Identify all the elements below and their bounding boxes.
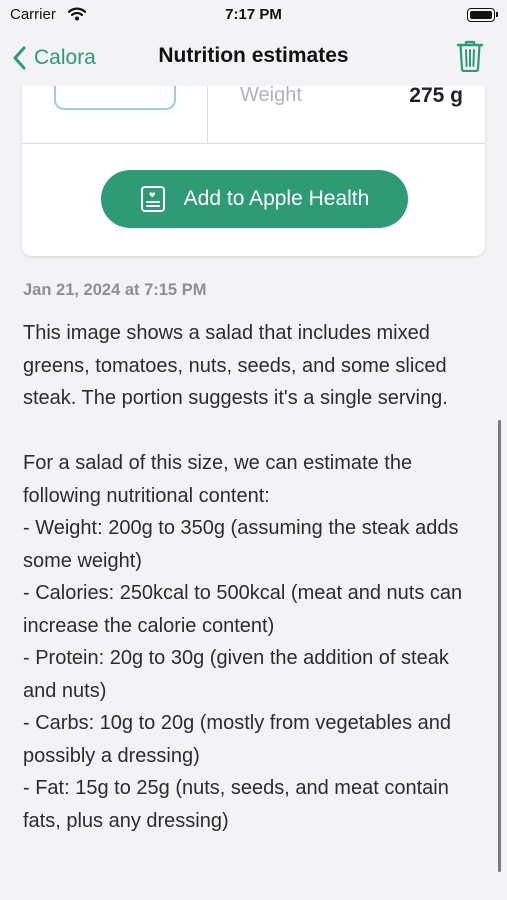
- estimate-item: - Calories: 250kcal to 500kcal (meat and…: [23, 582, 463, 637]
- scrollbar[interactable]: [498, 420, 501, 872]
- add-to-apple-health-label: Add to Apple Health: [183, 187, 370, 210]
- page-title: Nutrition estimates: [158, 44, 349, 67]
- nutrition-card: Weight 275 g Add to Apple Health: [22, 60, 485, 256]
- status-bar: Carrier 7:17 PM: [0, 0, 507, 30]
- entry-timestamp: Jan 21, 2024 at 7:15 PM: [23, 281, 207, 299]
- health-record-icon: [140, 186, 165, 212]
- estimate-item: - Protein: 20g to 30g (given the additio…: [23, 647, 449, 702]
- delete-button[interactable]: [456, 40, 484, 77]
- navigation-bar: Calora Nutrition estimates: [0, 30, 507, 86]
- clock: 7:17 PM: [225, 6, 282, 23]
- analysis-intro: This image shows a salad that includes m…: [23, 322, 448, 409]
- add-to-apple-health-button[interactable]: Add to Apple Health: [101, 170, 408, 228]
- nutrition-analysis-text: This image shows a salad that includes m…: [23, 317, 485, 837]
- weight-value: 275 g: [409, 84, 463, 107]
- battery-icon: [467, 8, 498, 22]
- estimate-item: - Weight: 200g to 350g (assuming the ste…: [23, 517, 459, 572]
- weight-label: Weight: [240, 84, 302, 106]
- trash-icon: [456, 40, 484, 73]
- card-divider: [22, 143, 485, 144]
- estimate-item: - Fat: 15g to 25g (nuts, seeds, and meat…: [23, 777, 449, 832]
- analysis-lead: For a salad of this size, we can estimat…: [23, 452, 413, 507]
- estimate-item: - Carbs: 10g to 20g (mostly from vegetab…: [23, 712, 451, 767]
